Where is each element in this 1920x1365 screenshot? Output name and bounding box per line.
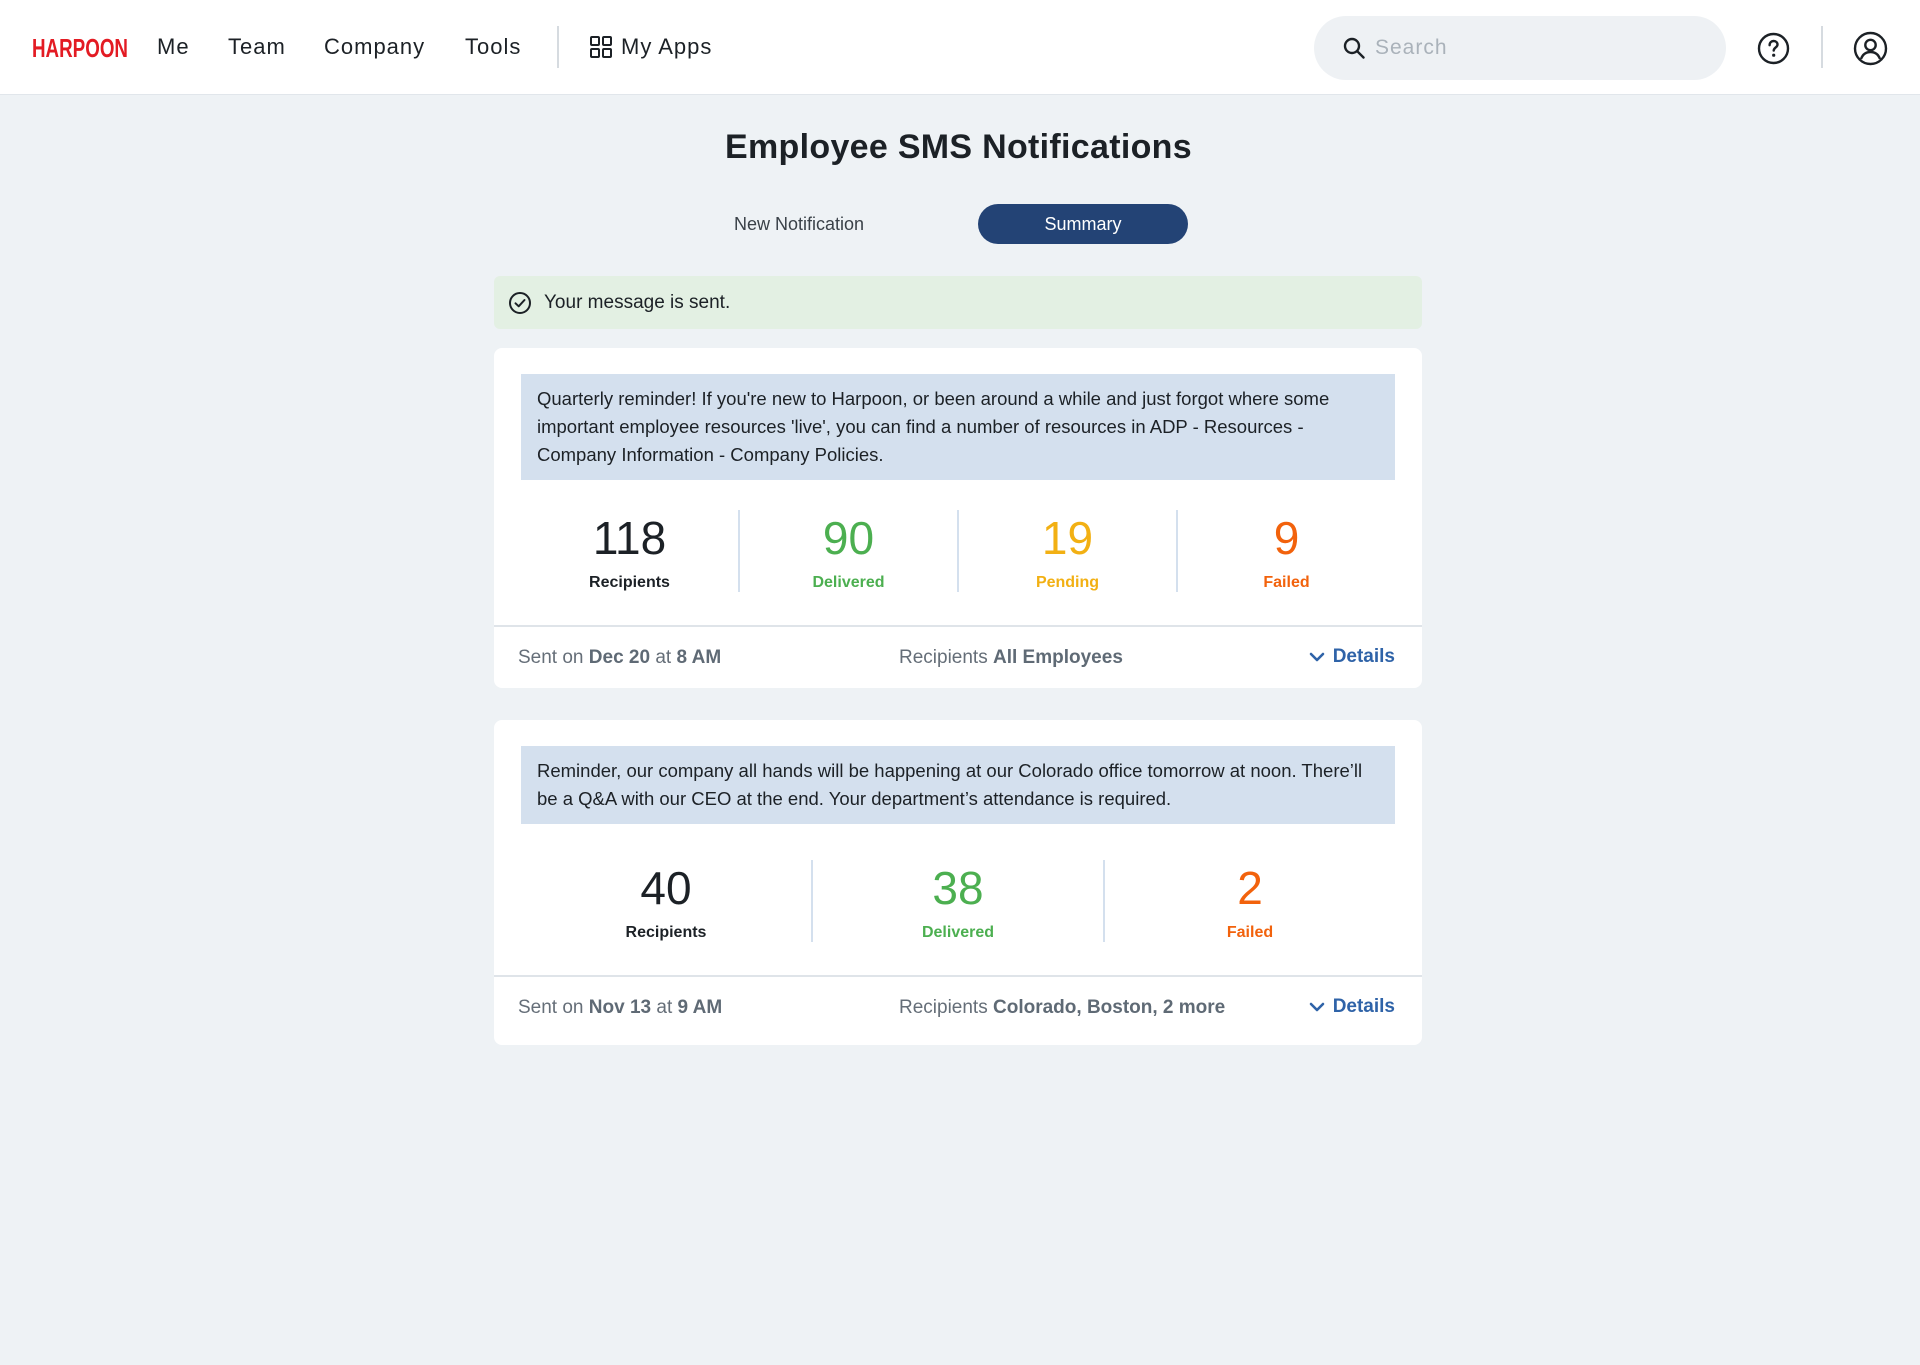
help-circle-icon [1757,32,1790,65]
sent-at: at [655,647,672,668]
page-title: Employee SMS Notifications [725,128,1192,166]
user-circle-icon [1853,31,1888,66]
stat-label: Recipients [589,574,670,591]
search-icon [1343,37,1365,59]
stat-pending: 19 Pending [959,510,1178,592]
nav-team[interactable]: Team [228,33,286,61]
sent-date: Nov 13 [588,997,652,1018]
my-apps-label: My Apps [621,34,713,59]
sent-time: 9 AM [677,997,723,1018]
stat-failed: 9 Failed [1178,510,1395,592]
sent-date: Dec 20 [588,647,651,668]
logo-text: HARPOON [32,33,128,63]
stat-recipients: 118 Recipients [521,510,740,592]
recipients-prefix: Recipients [899,647,988,668]
details-toggle[interactable]: Details [1309,646,1395,668]
nav-tools[interactable]: Tools [465,33,521,61]
recipients-value: All Employees [993,647,1123,668]
message-text: Quarterly reminder! If you're new to Har… [521,374,1395,480]
harpoon-logo[interactable]: HARPOON [30,31,130,65]
stat-label: Failed [1263,574,1310,591]
sent-time: 8 AM [676,647,722,668]
stat-delivered: 90 Delivered [740,510,959,592]
recipients-info: Recipients All Employees [899,647,1123,669]
sent-at: at [656,997,673,1018]
stat-value: 19 [1041,512,1094,564]
stat-recipients: 40 Recipients [521,860,813,942]
my-apps-button[interactable]: My Apps [590,33,712,61]
notification-card: Quarterly reminder! If you're new to Har… [494,348,1422,688]
stat-value: 38 [932,862,984,914]
sent-prefix: Sent on [518,997,584,1018]
sent-info: Sent on Dec 20 at 8 AM [518,647,721,669]
stat-value: 90 [822,512,875,564]
grid-icon [590,36,612,58]
stat-delivered: 38 Delivered [813,860,1105,942]
stat-label: Failed [1226,924,1274,941]
stat-value: 118 [592,512,667,564]
nav-me[interactable]: Me [157,33,190,61]
nav-divider [557,26,559,68]
nav-company[interactable]: Company [324,33,425,61]
stat-value: 2 [1237,862,1263,914]
sent-info: Sent on Nov 13 at 9 AM [518,997,722,1019]
tab-new-notification[interactable]: New Notification [694,204,904,244]
check-circle-icon [509,291,531,314]
stat-label: Pending [1035,574,1100,591]
details-toggle[interactable]: Details [1309,996,1395,1018]
message-text: Reminder, our company all hands will be … [521,746,1395,824]
stat-label: Recipients [625,924,707,941]
stat-value: 40 [640,862,692,914]
search-input[interactable] [1375,36,1705,60]
success-alert: Your message is sent. [494,276,1422,329]
top-navigation-bar: HARPOON Me Team Company Tools My Apps [0,0,1920,95]
stats-row: 118 Recipients 90 Delivered 19 Pending 9… [521,510,1395,592]
search-bar[interactable] [1314,16,1726,80]
recipients-info: Recipients Colorado, Boston, 2 more [899,997,1225,1019]
details-label: Details [1332,646,1395,667]
stats-row: 40 Recipients 38 Delivered 2 Failed [521,860,1395,942]
tab-summary[interactable]: Summary [978,204,1188,244]
card-footer: Sent on Dec 20 at 8 AM Recipients All Em… [494,625,1422,687]
stat-label: Delivered [921,924,995,941]
help-button[interactable] [1757,32,1790,70]
chevron-down-icon [1309,652,1324,661]
details-label: Details [1332,996,1395,1017]
sent-prefix: Sent on [518,647,584,668]
chevron-down-icon [1309,1002,1324,1011]
header-divider [1821,26,1823,68]
recipients-prefix: Recipients [899,997,988,1018]
profile-button[interactable] [1853,31,1888,71]
alert-text: Your message is sent. [544,291,731,313]
card-footer: Sent on Nov 13 at 9 AM Recipients Colora… [494,975,1422,1037]
stat-label: Delivered [812,574,885,591]
stat-failed: 2 Failed [1105,860,1395,942]
stat-value: 9 [1273,512,1300,564]
notification-card: Reminder, our company all hands will be … [494,720,1422,1045]
recipients-value: Colorado, Boston, 2 more [993,997,1226,1018]
